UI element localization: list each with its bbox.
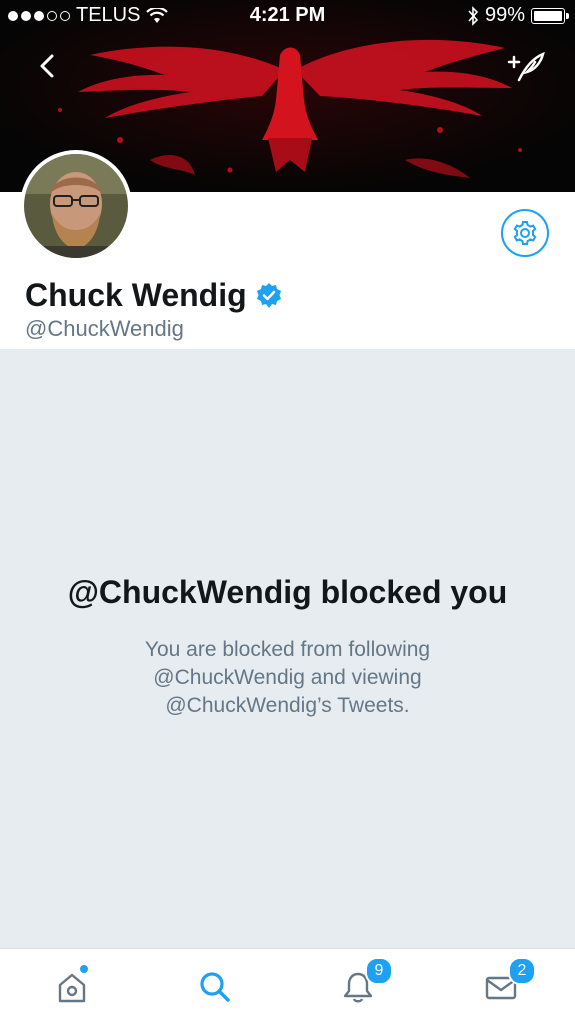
chevron-left-icon (40, 54, 54, 78)
battery-icon (531, 7, 569, 24)
compose-tweet-button[interactable] (503, 46, 547, 86)
tab-bar: 9 2 (0, 948, 575, 1025)
blocked-title: @ChuckWendig blocked you (67, 574, 508, 610)
messages-badge: 2 (508, 957, 536, 985)
profile-name-row: Chuck Wendig (25, 277, 283, 314)
settings-button[interactable] (501, 209, 549, 257)
blocked-message-line: You are blocked from following (144, 638, 431, 661)
avatar-image (24, 154, 128, 258)
tab-search[interactable] (143, 949, 286, 1025)
unread-dot (80, 965, 88, 973)
battery-level (534, 10, 562, 21)
home-icon (58, 973, 85, 1003)
verified-badge-icon (256, 282, 281, 308)
compose-tweet-icon (507, 51, 545, 82)
blocked-message-line: @ChuckWendig and viewing (153, 666, 422, 689)
tab-notifications[interactable]: 9 (286, 949, 429, 1025)
profile-name: Chuck Wendig (25, 277, 247, 313)
search-icon (199, 972, 230, 1002)
blocked-message: You are blocked from following @ChuckWen… (60, 636, 515, 720)
gear-icon (513, 221, 537, 245)
tab-home[interactable] (0, 949, 143, 1025)
battery-percent: 99% (484, 4, 525, 26)
profile-handle: @ChuckWendig (25, 316, 184, 341)
blocked-message-line: @ChuckWendig’s Tweets. (165, 694, 410, 717)
back-button[interactable] (30, 46, 70, 86)
bluetooth-icon (468, 5, 479, 26)
avatar[interactable] (20, 150, 132, 262)
avatar-photo (24, 154, 128, 258)
status-right: 99% (467, 4, 569, 27)
status-bar: TELUS 4:21 PM 99% (0, 0, 575, 32)
notifications-badge: 9 (365, 957, 393, 985)
tab-messages[interactable]: 2 (429, 949, 572, 1025)
